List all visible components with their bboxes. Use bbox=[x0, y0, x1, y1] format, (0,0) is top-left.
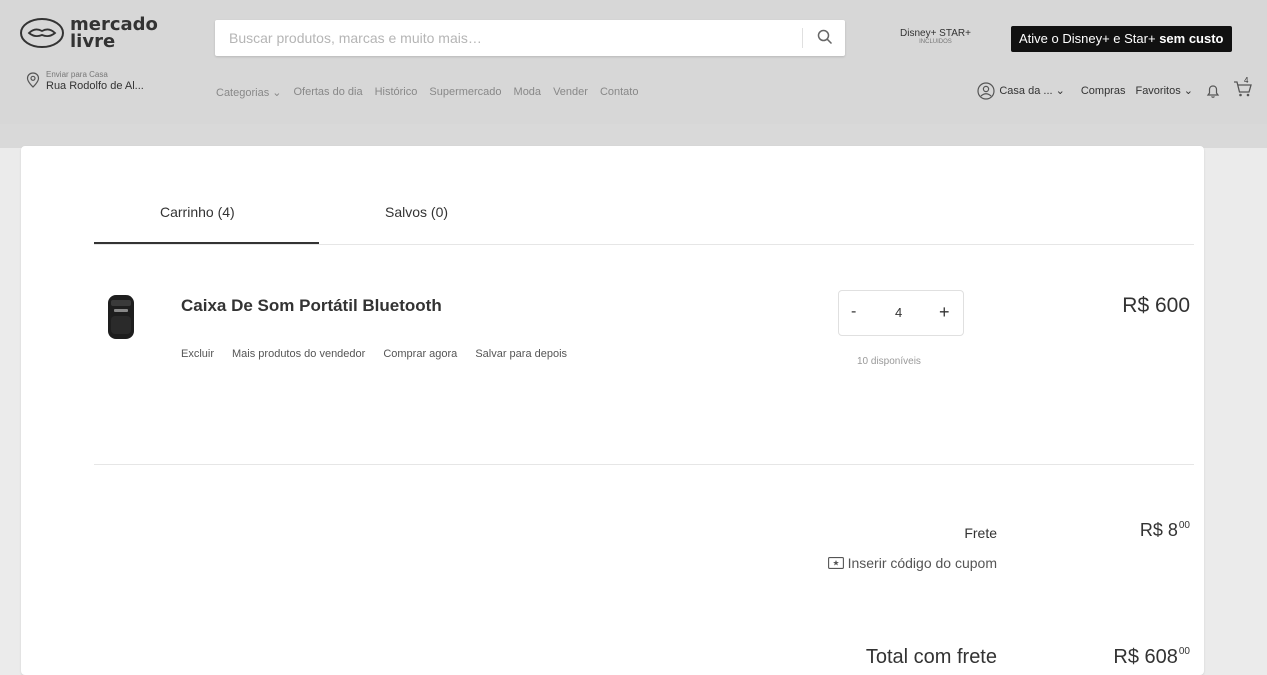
nav-contato[interactable]: Contato bbox=[600, 86, 639, 99]
excluir-link[interactable]: Excluir bbox=[181, 348, 214, 360]
location-address: Rua Rodolfo de Al... bbox=[46, 80, 144, 92]
disney-promo-button[interactable]: Ative o Disney+ e Star+ sem custo bbox=[1011, 26, 1232, 52]
search-bar bbox=[215, 20, 845, 56]
availability-text: 10 disponíveis bbox=[857, 356, 921, 367]
total-price: R$ 60800 bbox=[1113, 646, 1190, 669]
frete-price: R$ 800 bbox=[1140, 520, 1190, 541]
nav-vender[interactable]: Vender bbox=[553, 86, 588, 99]
product-actions: Excluir Mais produtos do vendedor Compra… bbox=[181, 348, 585, 360]
user-menu[interactable]: Casa da ... ⌄ bbox=[999, 84, 1064, 97]
coupon-icon bbox=[827, 557, 844, 569]
cart-icon bbox=[1234, 81, 1252, 97]
mercado-livre-logo[interactable]: mercado livre bbox=[20, 16, 158, 52]
tabs-divider bbox=[94, 244, 1194, 245]
promo-bold: sem custo bbox=[1159, 31, 1224, 46]
favoritos-menu[interactable]: Favoritos ⌄ bbox=[1135, 84, 1193, 97]
coupon-text: Inserir código do cupom bbox=[847, 555, 997, 571]
nav-ofertas[interactable]: Ofertas do dia bbox=[293, 86, 362, 99]
total-price-main: R$ 608 bbox=[1113, 646, 1178, 668]
promo-text: Ative o Disney+ e Star+ bbox=[1019, 31, 1160, 46]
header-bottom-band bbox=[0, 124, 1267, 148]
frete-price-main: R$ 8 bbox=[1139, 520, 1178, 540]
nav-historico[interactable]: Histórico bbox=[375, 86, 418, 99]
compras-link[interactable]: Compras bbox=[1081, 85, 1126, 97]
quantity-stepper: - 4 + bbox=[838, 290, 964, 336]
location-label: Enviar para Casa bbox=[46, 70, 108, 79]
nav-moda[interactable]: Moda bbox=[514, 86, 542, 99]
disney-star-logo[interactable]: Disney+ STAR+ INCLUIDOS bbox=[900, 28, 971, 45]
favoritos-label: Favoritos bbox=[1135, 85, 1181, 97]
logo-text: mercado livre bbox=[70, 16, 158, 52]
qty-minus-button[interactable]: - bbox=[851, 303, 856, 321]
comprar-agora-link[interactable]: Comprar agora bbox=[383, 348, 457, 360]
qty-plus-button[interactable]: + bbox=[939, 302, 950, 323]
location-pin-icon bbox=[26, 72, 40, 88]
tab-carrinho[interactable]: Carrinho (4) bbox=[160, 204, 235, 220]
search-divider bbox=[802, 28, 803, 48]
disney-logo-text: Disney+ STAR+ bbox=[900, 28, 971, 39]
site-header: mercado livre Disney+ STAR+ INCLUIDOS At… bbox=[0, 0, 1267, 148]
product-image[interactable] bbox=[107, 294, 135, 340]
search-icon[interactable] bbox=[817, 29, 833, 45]
bell-icon[interactable] bbox=[1205, 83, 1221, 99]
main-nav: Categorias ⌄ Ofertas do dia Histórico Su… bbox=[216, 86, 650, 99]
logo-line2: livre bbox=[70, 31, 116, 52]
nav-categorias-label: Categorias bbox=[216, 87, 270, 99]
search-input[interactable] bbox=[215, 20, 803, 56]
mais-produtos-link[interactable]: Mais produtos do vendedor bbox=[232, 348, 365, 360]
cart-button[interactable]: 4 bbox=[1233, 76, 1253, 101]
salvar-depois-link[interactable]: Salvar para depois bbox=[475, 348, 567, 360]
item-price: R$ 600 bbox=[1122, 294, 1190, 317]
product-title[interactable]: Caixa De Som Portátil Bluetooth bbox=[181, 296, 442, 316]
frete-label: Frete bbox=[964, 525, 997, 541]
coupon-link[interactable]: Inserir código do cupom bbox=[827, 555, 997, 571]
qty-value[interactable]: 4 bbox=[895, 305, 902, 320]
user-name: Casa da ... bbox=[999, 85, 1053, 97]
total-label: Total com frete bbox=[865, 646, 997, 668]
cart-count-badge: 4 bbox=[1244, 76, 1249, 85]
user-avatar-icon[interactable] bbox=[977, 81, 995, 100]
nav-supermercado[interactable]: Supermercado bbox=[429, 86, 501, 99]
disney-logo-small: INCLUIDOS bbox=[919, 39, 952, 45]
summary-divider bbox=[94, 464, 1194, 465]
handshake-icon bbox=[20, 18, 64, 48]
cart-card: Carrinho (4) Salvos (0) Caixa De Som Por… bbox=[21, 146, 1204, 675]
tab-salvos[interactable]: Salvos (0) bbox=[385, 204, 448, 220]
nav-categorias[interactable]: Categorias ⌄ bbox=[216, 86, 281, 99]
frete-price-cents: 00 bbox=[1178, 520, 1190, 531]
user-nav: Casa da ... ⌄ Compras Favoritos ⌄ 4 bbox=[977, 76, 1253, 101]
total-price-cents: 00 bbox=[1178, 646, 1190, 657]
